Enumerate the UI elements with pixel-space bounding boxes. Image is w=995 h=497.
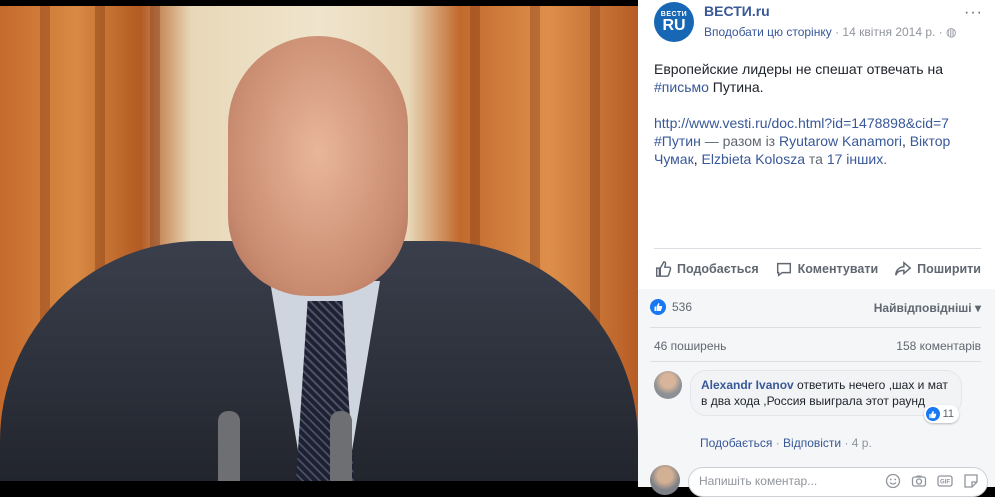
globe-icon: · ◍	[938, 25, 957, 39]
likes-count[interactable]: 536	[650, 299, 692, 315]
post-meta: Вподобати цю сторінку · 14 квітня 2014 р…	[704, 25, 957, 39]
comment-button[interactable]: Коментувати	[775, 260, 878, 278]
more-options-icon[interactable]: ···	[964, 4, 983, 22]
others-link[interactable]: 17 інших	[827, 151, 883, 167]
post-side-panel: ВЕСТИ RU ВЕСТИ.ru Вподобати цю сторінку …	[638, 0, 995, 497]
commenter-avatar[interactable]	[654, 371, 682, 399]
comments-count[interactable]: 158 коментарів	[896, 339, 981, 353]
post-header: ВЕСТИ RU ВЕСТИ.ru Вподобати цю сторінку …	[654, 0, 995, 48]
comment-age[interactable]: 4 р.	[852, 436, 872, 450]
post-text: Европейские лидеры не спешат отвечать на…	[654, 61, 951, 167]
page-avatar[interactable]: ВЕСТИ RU	[654, 2, 694, 42]
comments-sort-dropdown[interactable]: Найвідповідніші ▾	[874, 301, 981, 315]
comment-actions: Подобається · Відповісти · 4 р.	[700, 436, 872, 450]
post-photo[interactable]	[0, 0, 638, 487]
page-name-link[interactable]: ВЕСТИ.ru	[704, 3, 770, 19]
comment-reply-link[interactable]: Відповісти	[783, 436, 841, 450]
comment-likes-badge[interactable]: 11	[923, 405, 959, 423]
post-actions: Подобається Коментувати Поширити	[654, 248, 981, 289]
hashtag-putin-link[interactable]: #Путин	[654, 133, 701, 149]
thumbs-up-icon	[655, 261, 672, 277]
avatar-logo-bottom: RU	[662, 16, 686, 34]
share-button[interactable]: Поширити	[894, 260, 981, 278]
follow-page-link[interactable]: Вподобати цю сторінку	[704, 25, 832, 39]
like-reaction-icon	[925, 407, 940, 421]
comment-author-link[interactable]: Alexandr Ivanov	[701, 378, 794, 392]
comment-icon	[776, 262, 791, 277]
shares-count[interactable]: 46 поширень	[654, 339, 726, 353]
article-url-link[interactable]: http://www.vesti.ru/doc.html?id=1478898&…	[654, 115, 949, 131]
comment-like-link[interactable]: Подобається	[700, 436, 772, 450]
like-reaction-icon	[650, 299, 666, 315]
photo-image	[0, 6, 638, 481]
svg-text:GIF: GIF	[940, 480, 950, 486]
share-icon	[895, 261, 912, 276]
comment-input[interactable]: Напишіть коментар... GIF	[688, 467, 988, 497]
divider	[650, 361, 981, 362]
post-date[interactable]: 14 квітня 2014 р.	[842, 25, 935, 39]
divider	[650, 327, 981, 328]
comment-bubble: Alexandr Ivanov ответить нечего ,шах и м…	[690, 370, 962, 423]
current-user-avatar	[650, 465, 680, 495]
hashtag-link[interactable]: #письмо	[654, 79, 709, 95]
tagged-person-link[interactable]: Elzbieta Kolosza	[702, 151, 806, 167]
reactions-area: 536 Найвідповідніші ▾ 46 поширень 158 ко…	[638, 289, 995, 497]
like-button[interactable]: Подобається	[654, 260, 759, 278]
tagged-person-link[interactable]: Ryutarow Kanamori	[779, 133, 902, 149]
